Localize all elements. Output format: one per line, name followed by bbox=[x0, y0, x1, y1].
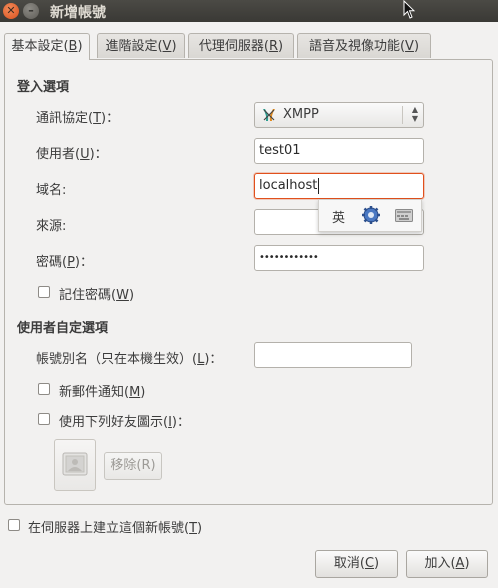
username-label-suffix: )： bbox=[89, 147, 108, 162]
buddy-icon-button[interactable] bbox=[54, 439, 96, 491]
new-mail-label: 新郵件通知(M) bbox=[59, 381, 145, 400]
alias-input[interactable] bbox=[254, 342, 412, 368]
cancel-suffix: ) bbox=[374, 556, 380, 571]
protocol-label-suffix: )： bbox=[101, 111, 120, 126]
keyboard-icon[interactable] bbox=[395, 209, 413, 223]
protocol-value: XMPP bbox=[283, 107, 319, 122]
username-label: 使用者(U)： bbox=[36, 143, 108, 162]
tab-basic-label: 基本設定( bbox=[11, 39, 69, 54]
create-on-server-label-text: 在伺服器上建立這個新帳號( bbox=[28, 521, 190, 536]
remove-icon-button[interactable]: 移除(R) bbox=[104, 452, 162, 480]
password-value: •••••••••••• bbox=[259, 252, 319, 263]
xmpp-icon bbox=[263, 109, 275, 121]
combo-separator bbox=[402, 106, 403, 124]
resource-label: 來源: bbox=[36, 219, 67, 234]
alias-label-suffix: )： bbox=[204, 352, 223, 367]
buddy-icon-label: 使用下列好友圖示(I)： bbox=[59, 411, 190, 430]
add-suffix: ) bbox=[464, 556, 470, 571]
buddy-icon-label-text: 使用下列好友圖示( bbox=[59, 415, 169, 430]
create-on-server-checkbox[interactable] bbox=[8, 519, 20, 531]
create-on-server-mnemonic: T bbox=[189, 521, 198, 536]
tab-proxy-suffix: ) bbox=[278, 39, 284, 54]
cancel-mnemonic: C bbox=[364, 556, 375, 571]
updown-arrows-icon: ▲ ▼ bbox=[411, 105, 418, 123]
remember-label-text: 記住密碼( bbox=[59, 288, 117, 303]
password-mnemonic: P bbox=[67, 255, 75, 270]
new-mail-label-suffix: ) bbox=[140, 385, 146, 400]
add-button[interactable]: 加入(A) bbox=[406, 550, 488, 578]
login-options-title: 登入選項 bbox=[17, 80, 70, 95]
domain-label: 域名: bbox=[36, 183, 67, 198]
remember-mnemonic: W bbox=[116, 288, 129, 303]
mouse-cursor-icon bbox=[403, 0, 415, 19]
tab-basic-suffix: ) bbox=[77, 39, 83, 54]
alias-label: 帳號別名（只在本機生效）(L)： bbox=[36, 348, 222, 367]
remember-password-label: 記住密碼(W) bbox=[59, 284, 134, 303]
protocol-label-text: 通訊協定( bbox=[36, 111, 94, 126]
new-mail-label-text: 新郵件通知( bbox=[59, 385, 130, 400]
tab-voice-video[interactable]: 語音及視像功能(V) bbox=[297, 33, 431, 58]
password-label-suffix: )： bbox=[74, 255, 93, 270]
domain-input[interactable]: localhost bbox=[254, 173, 424, 199]
gear-icon[interactable] bbox=[361, 205, 381, 225]
window-title: 新增帳號 bbox=[50, 5, 106, 21]
ime-toolbar: 英 bbox=[318, 199, 422, 232]
tab-advanced[interactable]: 進階設定(V) bbox=[97, 33, 185, 58]
remember-password-checkbox[interactable] bbox=[38, 286, 50, 298]
new-mail-mnemonic: M bbox=[129, 385, 141, 400]
tab-voice-video-suffix: ) bbox=[413, 39, 420, 54]
protocol-select[interactable]: XMPP ▲ ▼ bbox=[254, 102, 424, 128]
minimize-window-button[interactable]: – bbox=[23, 3, 39, 19]
new-mail-checkbox[interactable] bbox=[38, 383, 50, 395]
password-label-text: 密碼( bbox=[36, 255, 68, 270]
create-on-server-label-suffix: ) bbox=[197, 521, 203, 536]
tab-voice-video-label: 語音及視像功能( bbox=[308, 39, 406, 54]
create-on-server-label: 在伺服器上建立這個新帳號(T) bbox=[28, 517, 202, 536]
tab-proxy-mnemonic: R bbox=[268, 39, 279, 54]
password-label: 密碼(P)： bbox=[36, 251, 93, 270]
username-label-text: 使用者( bbox=[36, 147, 81, 162]
image-placeholder-icon bbox=[62, 452, 88, 476]
user-options-title: 使用者自定選項 bbox=[17, 321, 109, 336]
tab-basic[interactable]: 基本設定(B) bbox=[4, 33, 90, 60]
tab-advanced-label: 進階設定( bbox=[105, 39, 163, 54]
username-mnemonic: U bbox=[80, 147, 90, 162]
text-caret bbox=[318, 177, 320, 194]
ime-mode-button[interactable]: 英 bbox=[332, 207, 345, 226]
cancel-label: 取消( bbox=[333, 556, 365, 571]
tab-proxy-label: 代理伺服器( bbox=[198, 39, 269, 54]
tab-proxy[interactable]: 代理伺服器(R) bbox=[188, 33, 294, 58]
alias-label-text: 帳號別名（只在本機生效）( bbox=[36, 352, 198, 367]
username-input[interactable]: test01 bbox=[254, 138, 424, 164]
password-input[interactable]: •••••••••••• bbox=[254, 245, 424, 271]
protocol-label: 通訊協定(T)： bbox=[36, 107, 119, 126]
username-value: test01 bbox=[259, 143, 301, 158]
protocol-mnemonic: T bbox=[93, 111, 102, 126]
buddy-icon-checkbox[interactable] bbox=[38, 413, 50, 425]
add-label: 加入( bbox=[424, 556, 456, 571]
buddy-icon-label-suffix: )： bbox=[171, 415, 190, 430]
title-bar: ✕ – 新增帳號 bbox=[0, 0, 498, 22]
close-window-button[interactable]: ✕ bbox=[3, 3, 19, 19]
tab-advanced-suffix: ) bbox=[171, 39, 177, 54]
remember-label-suffix: ) bbox=[128, 288, 135, 303]
domain-value: localhost bbox=[259, 178, 318, 193]
tab-voice-video-mnemonic: V bbox=[405, 39, 414, 54]
cancel-button[interactable]: 取消(C) bbox=[315, 550, 398, 578]
